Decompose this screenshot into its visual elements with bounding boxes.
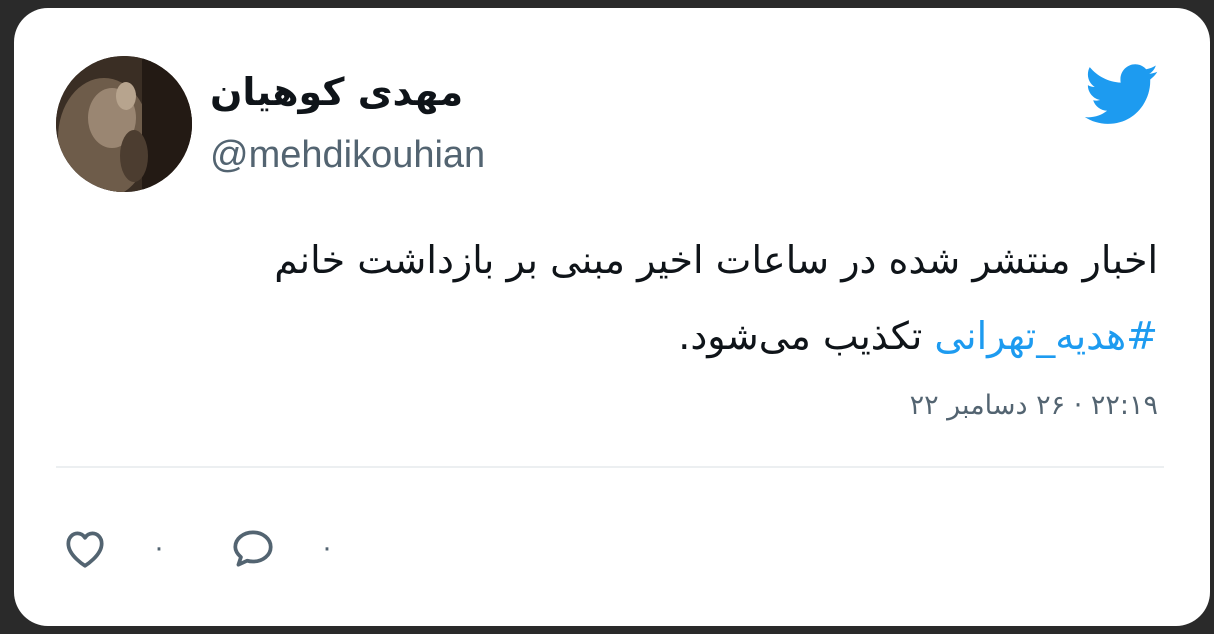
tweet-card: مهدی کوهیان @mehdikouhian اخبار منتشر شد… xyxy=(14,8,1210,626)
like-button[interactable]: ۰ xyxy=(60,523,166,573)
like-count: ۰ xyxy=(152,533,166,563)
twitter-bird-icon xyxy=(1084,64,1158,124)
reply-count: ۰ xyxy=(319,533,334,563)
tweet-timestamp[interactable]: ۲۲:۱۹ · ۲۶ دسامبر ۲۲ xyxy=(910,390,1158,421)
user-handle[interactable]: @mehdikouhian xyxy=(210,134,485,177)
speech-bubble-icon xyxy=(233,530,273,567)
action-bar: ۰ ۰ xyxy=(60,520,396,576)
tweet-text-part-2: تکذیب می‌شود. xyxy=(678,314,935,358)
reply-button[interactable]: ۰ xyxy=(228,523,334,573)
display-name[interactable]: مهدی کوهیان xyxy=(210,70,470,114)
divider xyxy=(56,466,1164,468)
heart-icon xyxy=(66,531,104,568)
tweet-text: اخبار منتشر شده در ساعات اخیر مبنی بر با… xyxy=(58,222,1158,374)
avatar-image xyxy=(56,56,192,192)
tweet-text-part-1: اخبار منتشر شده در ساعات اخیر مبنی بر با… xyxy=(274,238,1158,282)
hashtag-link[interactable]: #هدیه_تهرانی xyxy=(934,314,1158,358)
avatar[interactable] xyxy=(56,56,192,192)
